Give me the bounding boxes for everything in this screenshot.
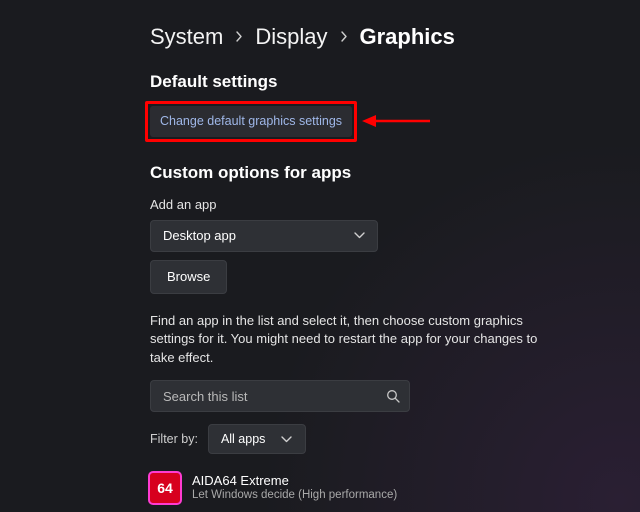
filter-select[interactable]: All apps [208,424,306,454]
breadcrumb-display[interactable]: Display [255,24,327,50]
browse-button[interactable]: Browse [150,260,227,294]
app-row-aida64[interactable]: 64 AIDA64 Extreme Let Windows decide (Hi… [150,468,580,508]
custom-options-hint: Find an app in the list and select it, t… [150,312,550,369]
annotation-arrow-icon [362,113,432,129]
change-default-graphics-settings-link[interactable]: Change default graphics settings [150,106,352,137]
breadcrumb-system[interactable]: System [150,24,223,50]
chevron-right-icon [340,29,348,45]
search-icon [386,389,400,403]
app-subtitle: Let Windows decide (High performance) [192,489,397,503]
filter-by-label: Filter by: [150,432,198,446]
add-an-app-label: Add an app [150,197,580,212]
breadcrumb: System Display Graphics [150,24,580,50]
breadcrumb-current: Graphics [360,24,455,50]
search-input-wrapper [150,380,410,412]
app-row-camera[interactable]: Camera Let Windows decide (Power saving) [150,508,580,512]
filter-select-value: All apps [221,432,265,446]
chevron-down-icon [281,433,293,445]
app-list: 64 AIDA64 Extreme Let Windows decide (Hi… [150,468,580,512]
browse-button-label: Browse [167,269,210,284]
chevron-down-icon [353,230,365,242]
search-input[interactable] [150,380,410,412]
section-heading-default-settings: Default settings [150,72,580,92]
section-heading-custom-options: Custom options for apps [150,163,580,183]
filter-row: Filter by: All apps [150,424,580,454]
chevron-right-icon [235,29,243,45]
app-title: AIDA64 Extreme [192,473,397,489]
app-type-select-value: Desktop app [163,228,236,243]
aida64-icon: 64 [150,473,180,503]
app-type-select[interactable]: Desktop app [150,220,378,252]
